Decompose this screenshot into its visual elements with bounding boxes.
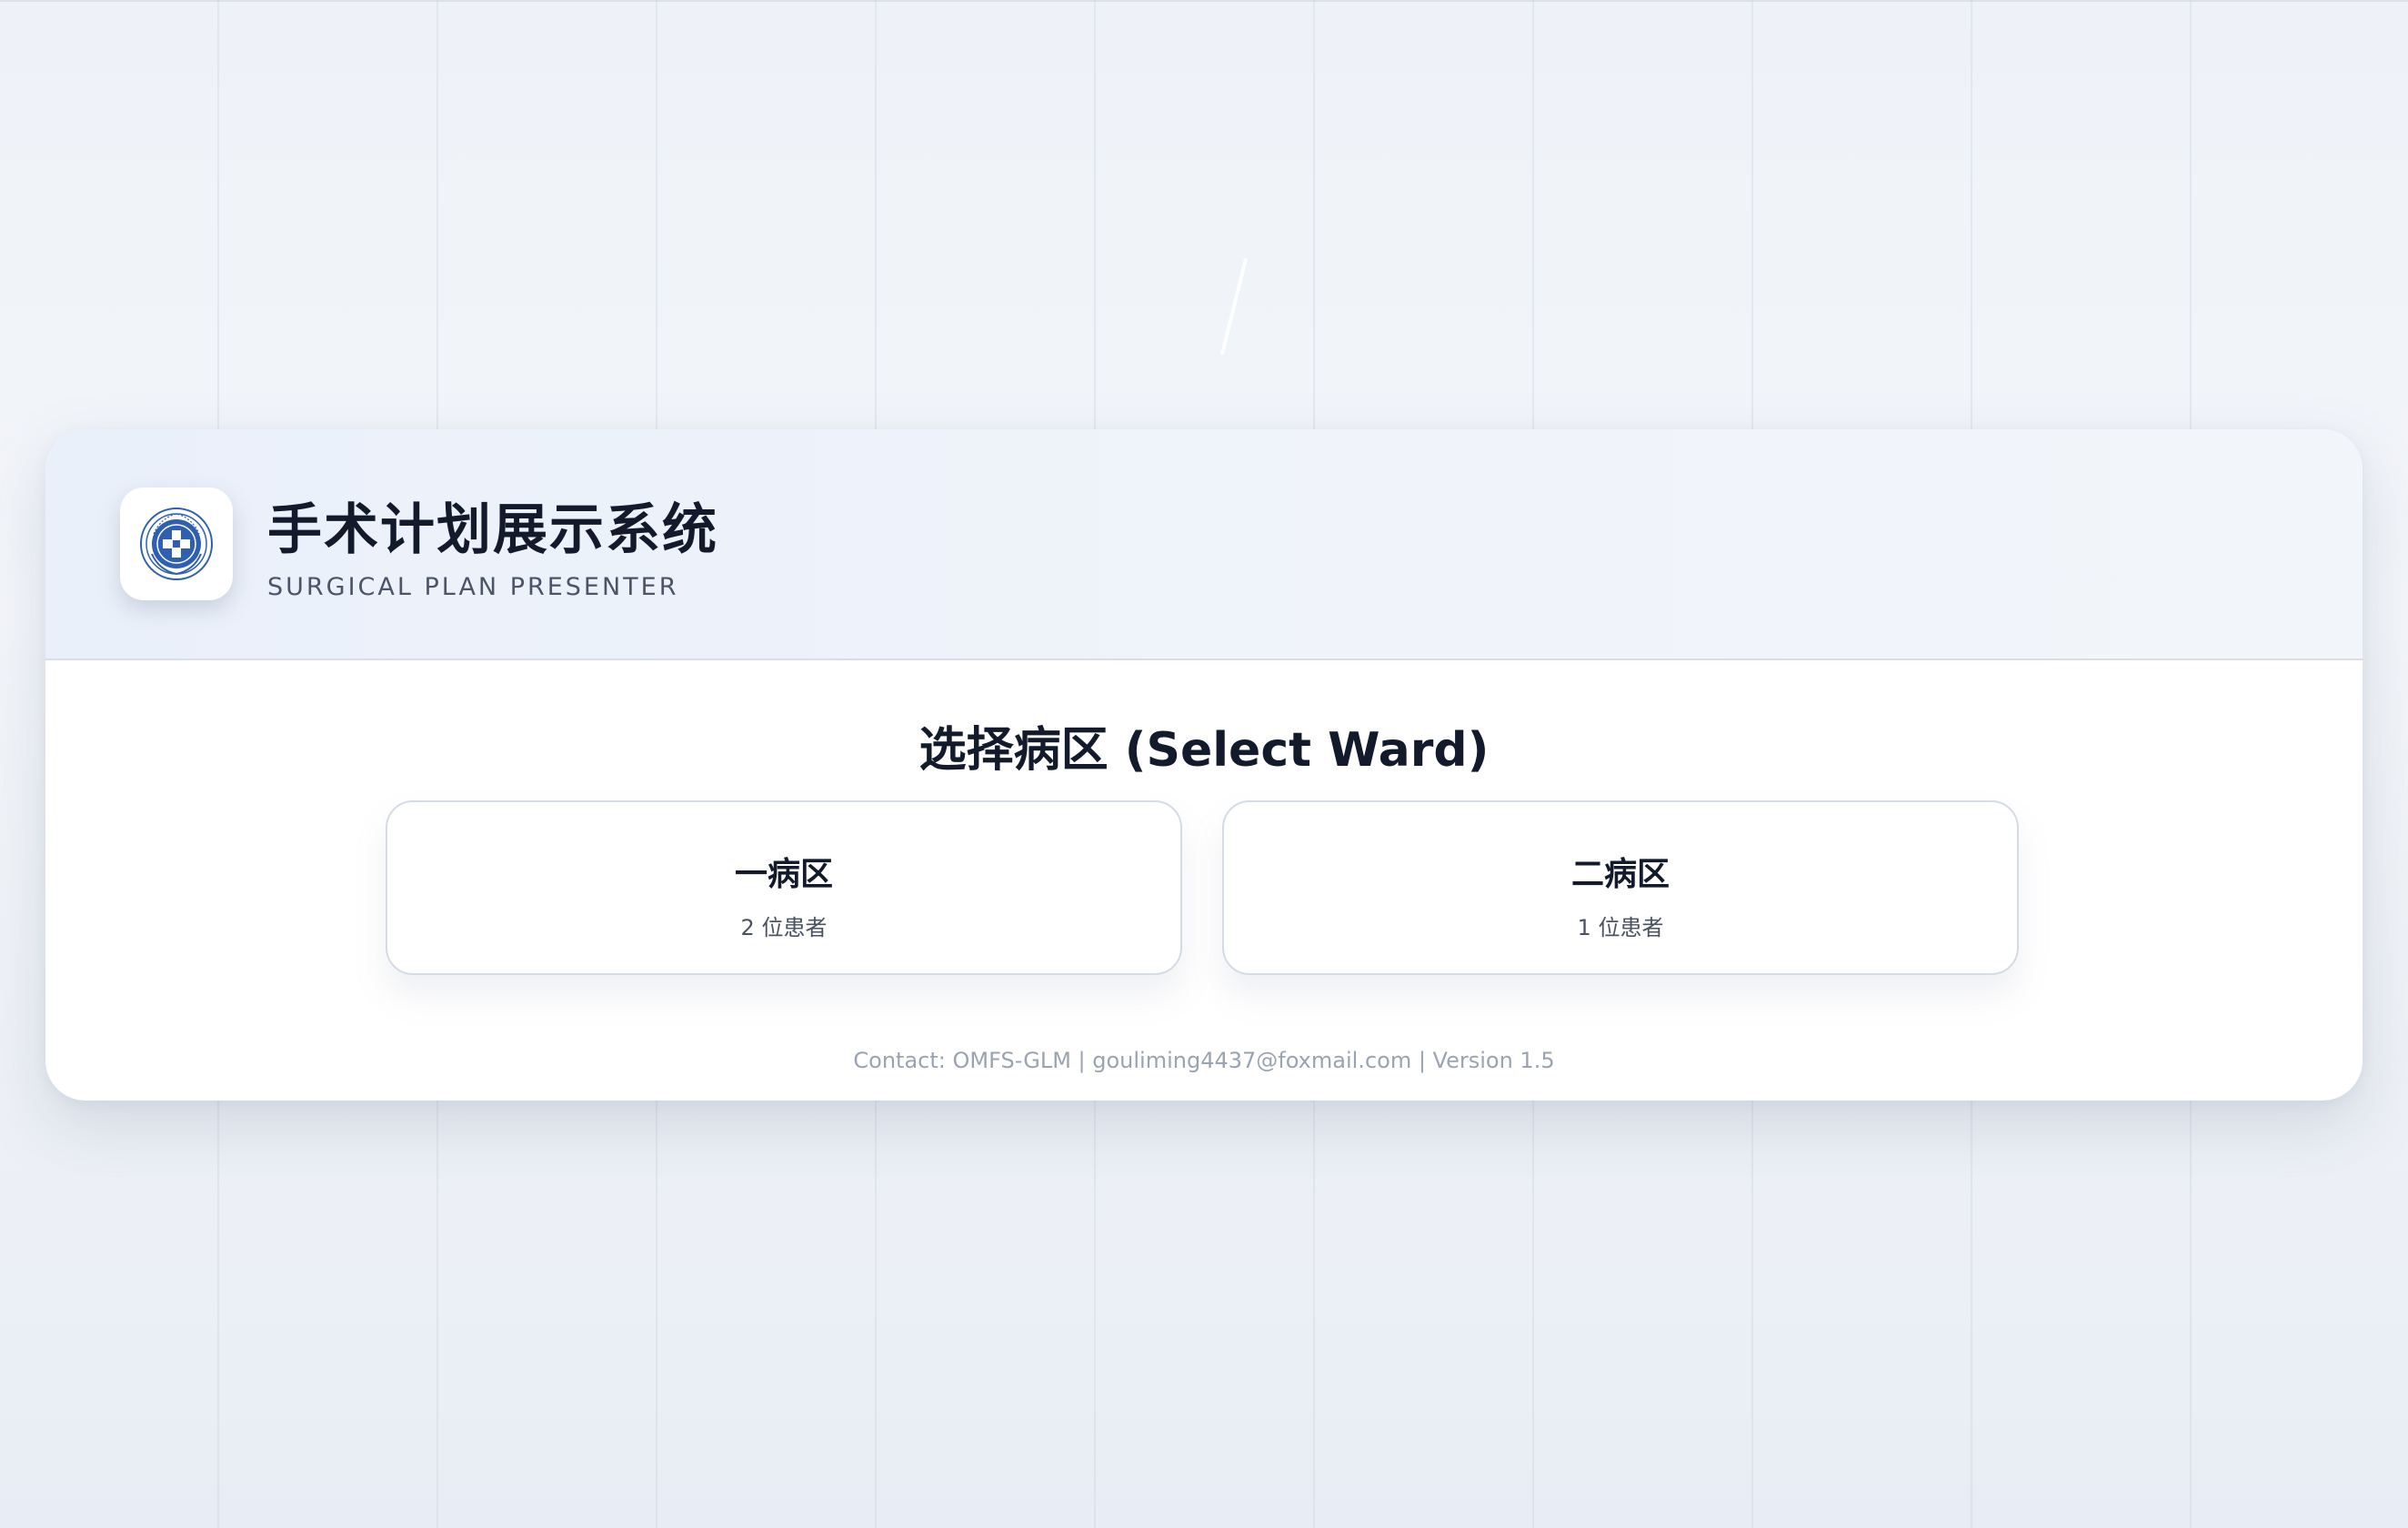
app-logo xyxy=(120,488,233,600)
app-title: 手术计划展示系统 xyxy=(267,498,718,562)
ward-card-1[interactable]: 一病区 2 位患者 xyxy=(386,800,1182,975)
hospital-emblem-icon xyxy=(140,508,213,580)
ward-name: 一病区 xyxy=(734,856,833,893)
main-card: 手术计划展示系统 SURGICAL PLAN PRESENTER 选择病区 (S… xyxy=(45,429,2363,1101)
app-subtitle: SURGICAL PLAN PRESENTER xyxy=(267,573,679,601)
background-glint xyxy=(1219,257,1249,356)
ward-patient-count: 1 位患者 xyxy=(1577,915,1664,940)
select-ward-heading: 选择病区 (Select Ward) xyxy=(918,723,1490,778)
ward-patient-count: 2 位患者 xyxy=(740,915,828,940)
ward-name: 二病区 xyxy=(1570,856,1670,893)
window-top-border xyxy=(0,0,2408,2)
card-header: 手术计划展示系统 SURGICAL PLAN PRESENTER xyxy=(45,429,2363,660)
footer-contact: Contact: OMFS-GLM | gouliming4437@foxmai… xyxy=(853,1048,1555,1073)
ward-card-2[interactable]: 二病区 1 位患者 xyxy=(1222,800,2019,975)
